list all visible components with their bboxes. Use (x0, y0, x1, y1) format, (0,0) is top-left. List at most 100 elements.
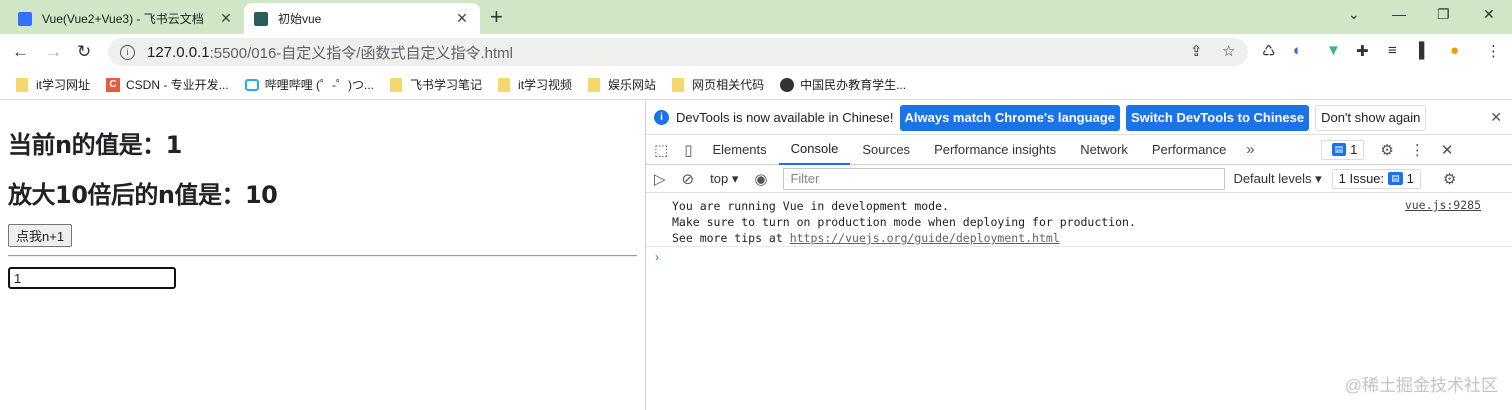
url-host: 127.0.0.1 (147, 43, 210, 61)
always-match-language-button[interactable]: Always match Chrome's language (899, 104, 1120, 131)
bookmark-label: 网页相关代码 (692, 78, 765, 92)
bookmark-label: it学习视频 (518, 78, 573, 92)
globe-icon (780, 77, 795, 92)
bookmark-star-icon[interactable]: ☆ (1222, 42, 1235, 60)
issues-link[interactable]: 1 Issue: ▤ 1 (1331, 168, 1421, 189)
vscode-live-icon (254, 11, 268, 26)
message-line: Make sure to turn on production mode whe… (672, 215, 1136, 229)
csdn-icon: C (106, 77, 121, 92)
message-line: See more tips at https://vuejs.org/guide… (672, 230, 1136, 246)
minimize-icon[interactable]: — (1392, 6, 1406, 22)
new-tab-button[interactable]: + (490, 5, 503, 29)
bookmark-item[interactable]: C CSDN - 专业开发... (106, 76, 229, 93)
console-filter-input[interactable]: Filter (783, 167, 1226, 190)
tab-close-icon[interactable]: ✕ (218, 10, 234, 27)
inspect-element-icon[interactable]: ⬚ (646, 141, 676, 159)
media-queue-icon[interactable]: ≡ (1388, 42, 1397, 59)
bookmark-item[interactable]: 网页相关代码 (672, 76, 764, 93)
extension-circle-icon[interactable]: ◐ (1293, 42, 1302, 59)
vue-devtools-icon[interactable]: ▼ (1326, 42, 1341, 59)
close-banner-icon[interactable]: ✕ (1490, 109, 1502, 126)
dont-show-again-button[interactable]: Don't show again (1315, 104, 1427, 131)
info-icon: i (654, 110, 669, 125)
tab-feishu[interactable]: Vue(Vue2+Vue3) - 飞书云文档 ✕ (8, 3, 244, 34)
deployment-guide-link[interactable]: https://vuejs.org/guide/deployment.html (790, 231, 1060, 245)
browser-toolbar: ← → ↻ i 127.0.0.1:5500/016-自定义指令/函数式自定义指… (0, 34, 1512, 70)
folder-icon (390, 77, 403, 92)
tab-search-icon[interactable]: ⌄ (1348, 6, 1360, 23)
forward-icon[interactable]: → (45, 42, 62, 62)
tab-vue[interactable]: 初始vue ✕ (244, 3, 480, 34)
settings-gear-icon[interactable]: ⚙ (1372, 141, 1401, 159)
live-expression-eye-icon[interactable]: ◉ (746, 170, 775, 188)
bookmark-item[interactable]: 中国民办教育学生... (780, 76, 906, 93)
tab-console[interactable]: Console (778, 135, 851, 165)
issues-counter-button[interactable]: ▤ 1 (1320, 139, 1365, 160)
bookmark-item[interactable]: it学习视频 (498, 76, 572, 93)
tab-sources[interactable]: Sources (850, 135, 922, 165)
increment-button[interactable]: 点我n+1 (8, 224, 73, 247)
close-window-icon[interactable]: ✕ (1483, 6, 1495, 23)
menu-kebab-icon[interactable]: ⋮ (1486, 42, 1501, 60)
reload-icon[interactable]: ↻ (77, 42, 91, 62)
bookmark-label: CSDN - 专业开发... (126, 78, 229, 92)
tab-close-icon[interactable]: ✕ (454, 10, 470, 27)
bookmark-label: it学习网址 (36, 78, 91, 92)
message-source-link[interactable]: vue.js:9285 (1405, 198, 1481, 212)
address-bar[interactable]: i 127.0.0.1:5500/016-自定义指令/函数式自定义指令.html (108, 38, 1248, 66)
n-value-heading: 当前n的值是：1 (8, 131, 182, 159)
sidebar-icon[interactable]: ▌ (1419, 42, 1430, 59)
context-selector[interactable]: top ▾ (702, 171, 746, 187)
horizontal-rule (8, 255, 637, 257)
context-label: top (710, 170, 729, 186)
console-settings-icon[interactable]: ⚙ (1435, 170, 1464, 188)
issues-label: 1 Issue: (1338, 171, 1385, 186)
site-info-icon[interactable]: i (120, 44, 135, 60)
folder-icon (672, 77, 685, 92)
tab-elements[interactable]: Elements (700, 135, 778, 165)
bookmark-item[interactable]: 哔哩哔哩 (゜-゜)つ... (244, 76, 375, 93)
bookmark-item[interactable]: 娱乐网站 (588, 76, 656, 93)
issue-count: 1 (1350, 142, 1358, 157)
sidebar-toggle-icon[interactable]: ▷ (646, 170, 674, 188)
fbind-input[interactable]: 1 (8, 267, 176, 289)
bookmark-item[interactable]: it学习网址 (16, 76, 90, 93)
devtools-tabbar: ⬚ ▯ Elements Console Sources Performance… (646, 135, 1512, 165)
message-icon: ▤ (1388, 172, 1403, 185)
tab-performance[interactable]: Performance (1140, 135, 1238, 165)
switch-to-chinese-button[interactable]: Switch DevTools to Chinese (1125, 104, 1310, 131)
bilibili-icon (244, 78, 259, 91)
watermark: @稀土掘金技术社区 (1344, 376, 1498, 395)
levels-label: Default levels (1233, 170, 1312, 186)
big-n-value-heading: 放大10倍后的n值是：10 (8, 181, 278, 209)
device-toolbar-icon[interactable]: ▯ (676, 141, 700, 159)
extension-recycle-icon[interactable]: ♺ (1262, 42, 1275, 60)
tab-strip: Vue(Vue2+Vue3) - 飞书云文档 ✕ 初始vue ✕ + ⌄ — ❐… (0, 0, 1512, 34)
back-icon[interactable]: ← (12, 42, 29, 62)
bookmark-label: 飞书学习笔记 (410, 78, 483, 92)
close-devtools-icon[interactable]: ✕ (1433, 141, 1462, 159)
bookmarks-bar: it学习网址 C CSDN - 专业开发... 哔哩哔哩 (゜-゜)つ... 飞书… (0, 70, 1512, 100)
share-icon[interactable]: ⇪ (1190, 42, 1203, 60)
bookmark-item[interactable]: 飞书学习笔记 (390, 76, 482, 93)
language-banner: i DevTools is now available in Chinese! … (646, 101, 1512, 135)
devtools-menu-icon[interactable]: ⋮ (1402, 141, 1433, 159)
folder-icon (588, 77, 601, 92)
bookmark-label: 哔哩哔哩 (゜-゜)つ... (264, 78, 375, 92)
more-tabs-icon[interactable]: » (1238, 141, 1262, 158)
log-levels-dropdown[interactable]: Default levels ▾ (1233, 171, 1321, 187)
clear-console-icon[interactable]: ⊘ (674, 170, 703, 188)
tab-performance-insights[interactable]: Performance insights (922, 135, 1068, 165)
message-line: You are running Vue in development mode. (672, 199, 949, 213)
tab-network[interactable]: Network (1068, 135, 1140, 165)
feishu-doc-icon (18, 11, 32, 26)
tab-title: 初始vue (278, 12, 322, 26)
console-prompt-icon[interactable]: › (655, 250, 659, 264)
url-path: :5500/016-自定义指令/函数式自定义指令.html (209, 44, 513, 62)
page-viewport: 当前n的值是：1 放大10倍后的n值是：10 点我n+1 1 (0, 101, 645, 410)
bookmark-label: 中国民办教育学生... (800, 78, 907, 92)
extensions-puzzle-icon[interactable]: ✚ (1356, 42, 1369, 60)
profile-avatar-icon[interactable]: ● (1450, 42, 1459, 59)
banner-text: DevTools is now available in Chinese! (676, 110, 894, 125)
restore-icon[interactable]: ❐ (1437, 6, 1450, 23)
